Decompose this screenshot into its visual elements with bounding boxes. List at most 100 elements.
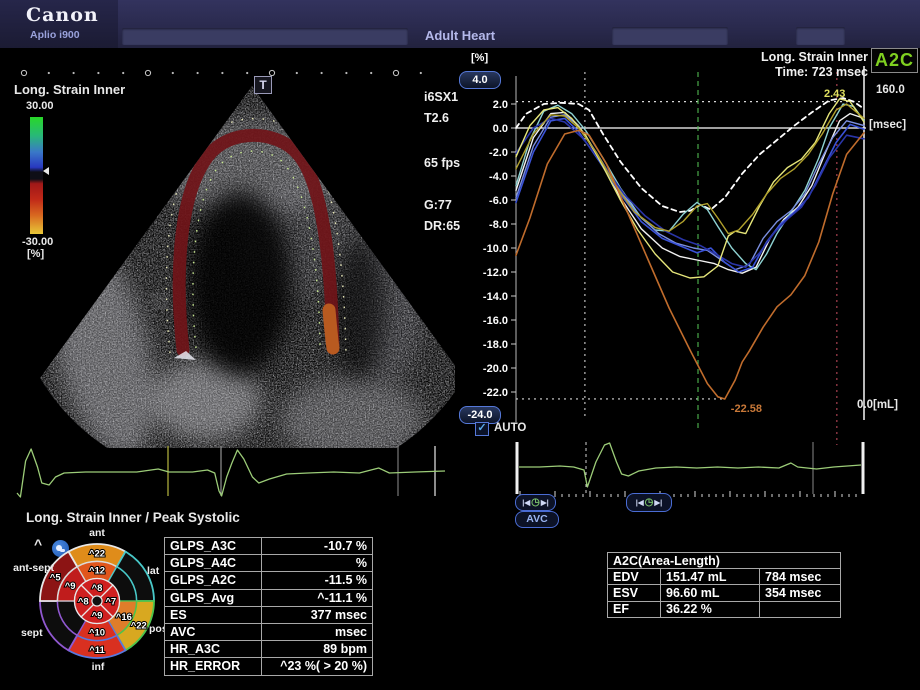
jump-right-icon: ▶| <box>541 498 549 507</box>
bullseye-segment-value: ^9 <box>92 610 103 621</box>
glps-row: ES377 msec <box>165 606 373 623</box>
glps-value: -10.7 % <box>262 538 373 555</box>
bullseye-label-lat: lat <box>147 566 159 577</box>
bullseye-segment-value: ^12 <box>89 566 105 577</box>
glps-row: GLPS_A4C% <box>165 555 373 572</box>
glps-param: GLPS_A4C <box>165 555 262 572</box>
a2c-param: EDV <box>608 569 661 585</box>
y-tick-label: -6.0 <box>489 195 508 207</box>
transducer-orientation-marker: T <box>254 76 272 94</box>
glps-param: HR_ERROR <box>165 658 262 675</box>
chart-y-unit: [%] <box>471 52 488 64</box>
bullseye-segment-value: ^9 <box>65 581 76 592</box>
a2c-value: 151.47 mL <box>661 569 760 585</box>
y-tick-label: -16.0 <box>483 315 508 327</box>
jump-right-icon: ▶| <box>654 498 662 507</box>
jump-left-icon: |◀ <box>636 498 644 507</box>
glps-param: GLPS_A3C <box>165 538 262 555</box>
bullseye-label-ant-sept: ant-sept <box>10 563 54 574</box>
glps-value: 377 msec <box>262 606 373 623</box>
bullseye-segment-value: ^7 <box>105 597 116 608</box>
glps-value: msec <box>262 623 373 640</box>
colorbar-unit: [%] <box>27 248 44 260</box>
colorbar-min: -30.00 <box>22 236 53 248</box>
glps-row: AVCmsec <box>165 623 373 640</box>
a2c-param: EF <box>608 601 661 617</box>
a2c-time: 354 msec <box>760 585 841 601</box>
bullseye-label-ant: ant <box>80 528 114 539</box>
a2c-volume-table: A2C(Area-Length)EDV151.47 mL784 msecESV9… <box>607 552 841 618</box>
cine-jump-button-1[interactable]: |◀◷▶| <box>515 494 556 511</box>
glps-value: 89 bpm <box>262 641 373 658</box>
a2c-value: 36.22 % <box>661 601 760 617</box>
y-tick-label: 0.0 <box>493 123 508 135</box>
glps-param: ES <box>165 606 262 623</box>
strain-curve-segment-olive <box>516 104 864 234</box>
strain-curve-segment-orange <box>516 130 864 399</box>
glps-row: HR_ERROR^23 %( > 20 %) <box>165 658 373 675</box>
glps-row: GLPS_A2C-11.5 % <box>165 572 373 589</box>
colorbar-max: 30.00 <box>26 100 54 112</box>
chart-title-block: Long. Strain Inner Time: 723 msec <box>761 50 868 80</box>
strain-curve-segment-navy <box>516 118 864 267</box>
colorbar-zero-marker <box>43 167 49 175</box>
glps-param: HR_A3C <box>165 641 262 658</box>
avc-button[interactable]: AVC <box>515 511 559 528</box>
clock-icon: ◷ <box>645 498 654 508</box>
jump-left-icon: |◀ <box>522 498 530 507</box>
glps-param: AVC <box>165 623 262 640</box>
volume-axis-min: 0.0[mL] <box>857 399 898 411</box>
y-tick-label: -14.0 <box>483 291 508 303</box>
clock-icon: ◷ <box>531 498 540 508</box>
glps-value: ^-11.1 % <box>262 589 373 606</box>
glps-results-table: GLPS_A3C-10.7 %GLPS_A4C%GLPS_A2C-11.5 %G… <box>164 537 373 676</box>
us-mode-label: Long. Strain Inner <box>14 82 125 97</box>
canon-logo: Canon <box>26 4 99 26</box>
glps-param: GLPS_A2C <box>165 572 262 589</box>
a2c-value: 96.60 mL <box>661 585 760 601</box>
y-max-field[interactable]: 4.0 <box>459 71 501 89</box>
bullseye-segment-value: ^10 <box>89 628 105 639</box>
a2c-row: EDV151.47 mL784 msec <box>608 569 841 585</box>
strain-colorbar <box>30 117 43 234</box>
y-tick-label: -20.0 <box>483 363 508 375</box>
glps-row: HR_A3C89 bpm <box>165 641 373 658</box>
redacted-info-field[interactable] <box>612 27 728 45</box>
y-tick-label: -4.0 <box>489 171 508 183</box>
bullseye-segment-value: ^8 <box>78 597 89 608</box>
strain-chart: 2.00.0-2.0-4.0-6.0-8.0-10.0-12.0-14.0-16… <box>455 48 920 450</box>
glps-value: % <box>262 555 373 572</box>
bullseye-segment-value: ^11 <box>89 645 105 656</box>
depth-ruler <box>21 70 422 75</box>
glps-value: -11.5 % <box>262 572 373 589</box>
bullseye-label-sept: sept <box>21 628 43 639</box>
top-bar: Canon Aplio i900 Adult Heart <box>0 0 920 48</box>
y-tick-label: -8.0 <box>489 219 508 231</box>
screen: Canon Aplio i900 Adult Heart <box>0 0 920 690</box>
glps-row: GLPS_Avg^-11.1 % <box>165 589 373 606</box>
peak-value-label: 2.43 <box>824 88 845 100</box>
ecg-strip-left <box>13 440 453 504</box>
cine-jump-button-2[interactable]: |◀◷▶| <box>626 493 672 512</box>
preset-name: Adult Heart <box>375 28 545 43</box>
a2c-row: EF36.22 % <box>608 601 841 617</box>
ultrasound-image[interactable] <box>0 48 455 448</box>
model-name: Aplio i900 <box>30 29 80 41</box>
patient-id-field[interactable] <box>122 28 408 45</box>
redacted-date-field[interactable] <box>796 27 845 45</box>
chart-x-unit: [msec] <box>869 119 906 131</box>
auto-scale-checkbox[interactable]: ✓ <box>475 422 489 436</box>
a2c-row: ESV96.60 mL354 msec <box>608 585 841 601</box>
a2c-table-title: A2C(Area-Length) <box>608 553 841 569</box>
bullseye-segment-value: ^22 <box>89 548 105 559</box>
y-tick-label: -2.0 <box>489 147 508 159</box>
auto-scale-label: AUTO <box>494 422 526 434</box>
a2c-time: 784 msec <box>760 569 841 585</box>
glps-param: GLPS_Avg <box>165 589 262 606</box>
y-tick-label: -10.0 <box>483 243 508 255</box>
bullseye-segment-value: ^16 <box>116 612 132 623</box>
thermal-index-label: T2.6 <box>424 111 449 125</box>
y-tick-label: 2.0 <box>493 99 508 111</box>
view-badge: A2C <box>871 48 918 73</box>
glps-value: ^23 %( > 20 %) <box>262 658 373 675</box>
